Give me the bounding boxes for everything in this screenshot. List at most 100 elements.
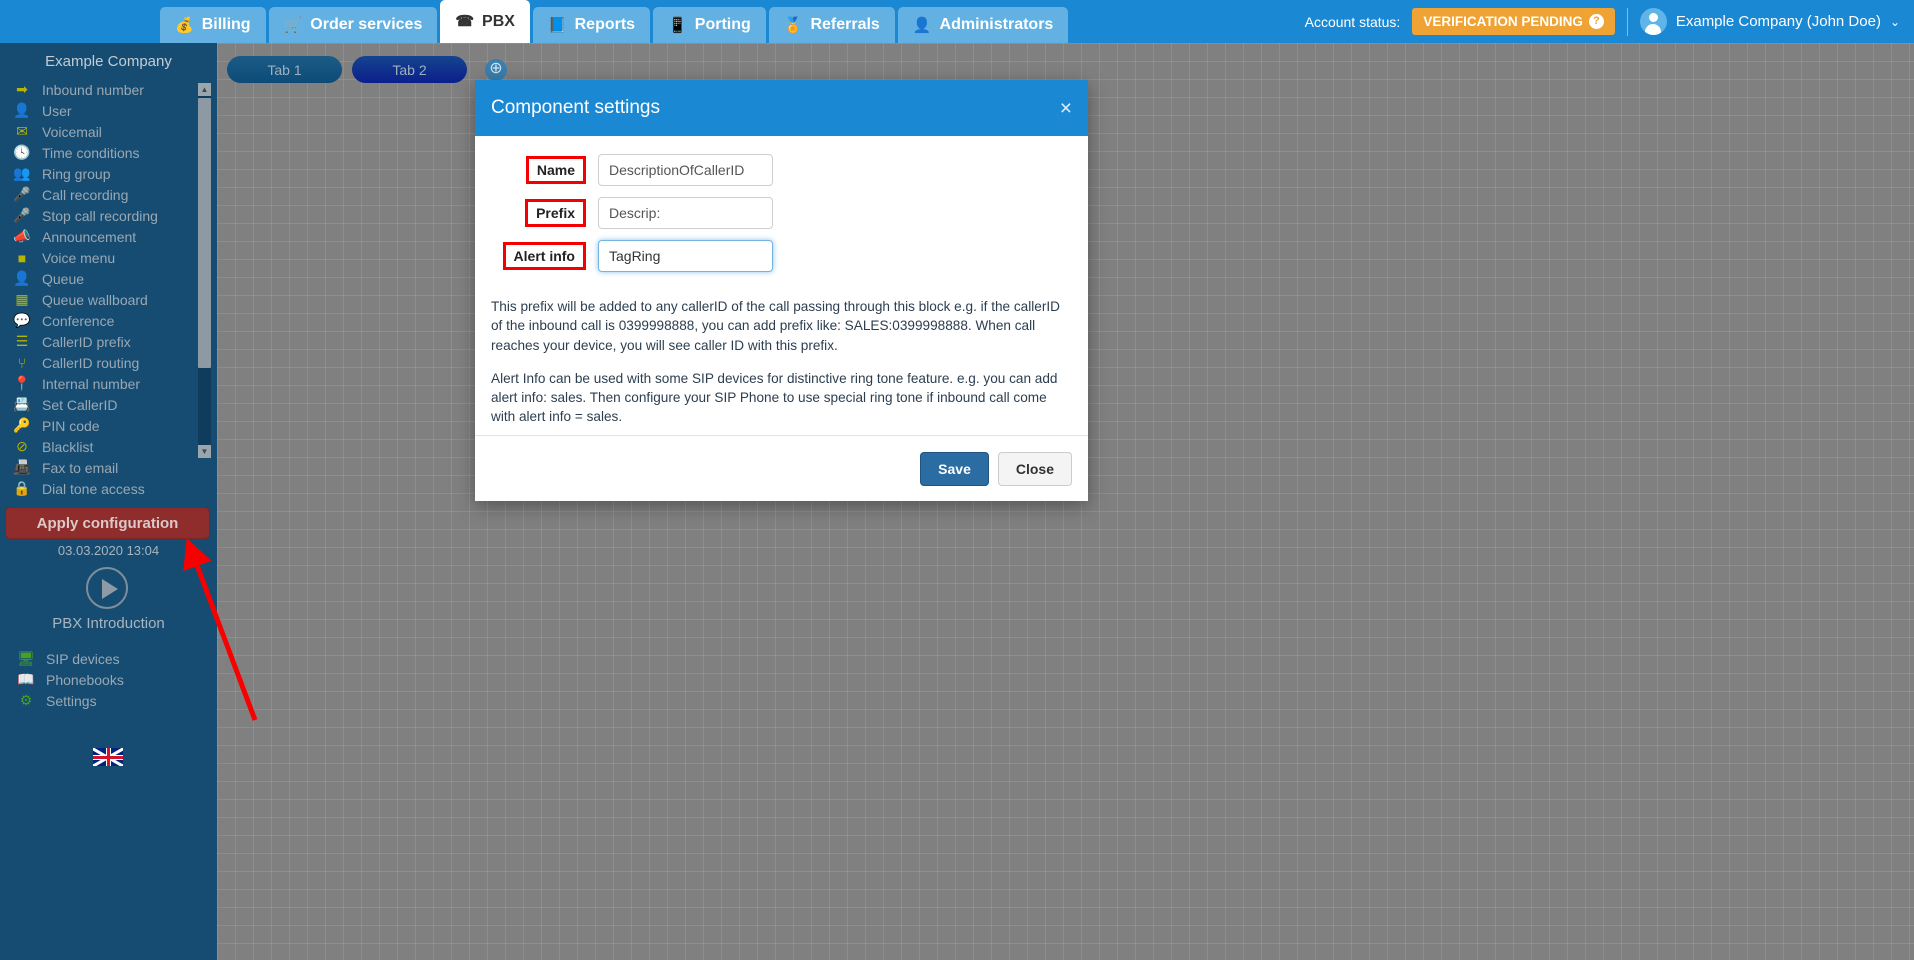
- coins-icon: 💰: [175, 16, 194, 34]
- top-nav-tab-referrals[interactable]: 🏅 Referrals: [768, 7, 895, 43]
- sidebar-item-label: Settings: [46, 692, 97, 709]
- sidebar-item-conference[interactable]: 💬 Conference: [8, 310, 217, 331]
- prefix-input[interactable]: [598, 197, 773, 229]
- sidebar-item-queue[interactable]: 👤 Queue: [8, 268, 217, 289]
- save-button[interactable]: Save: [920, 451, 989, 486]
- canvas-tab-1[interactable]: Tab 1: [227, 56, 342, 83]
- top-nav-tab-billing[interactable]: 💰 Billing: [160, 7, 266, 43]
- sidebar-item-label: CallerID routing: [42, 354, 140, 371]
- play-icon[interactable]: [86, 567, 128, 609]
- sidebar-item-callerid-prefix[interactable]: ☰ CallerID prefix: [8, 331, 217, 352]
- sidebar-item-blacklist[interactable]: ⊘ Blacklist: [8, 436, 217, 457]
- dialog-footer: Save Close: [475, 435, 1088, 501]
- canvas-tab-2[interactable]: Tab 2: [352, 56, 467, 83]
- top-nav-tab-list: 💰 Billing 🛒 Order services ☎ PBX 📘 Reports 📱 Port…: [160, 0, 1071, 43]
- sidebar-item-set-callerid[interactable]: 📇 Set CallerID: [8, 394, 217, 415]
- sidebar-item-label: Stop call recording: [42, 207, 158, 224]
- top-nav-tab-porting[interactable]: 📱 Porting: [653, 7, 766, 43]
- sidebar-item-voice-menu[interactable]: ■ Voice menu: [8, 247, 217, 268]
- pbx-icon: ☎: [455, 13, 475, 30]
- canvas-tab-strip: Tab 1 Tab 2 ⊕: [227, 56, 507, 83]
- microphone-slash-icon: 🎤: [13, 207, 31, 223]
- top-nav-tab-reports[interactable]: 📘 Reports: [532, 7, 651, 43]
- alert-info-input[interactable]: [598, 240, 773, 272]
- description-paragraph: This prefix will be added to any callerI…: [491, 299, 1060, 353]
- uk-flag-icon[interactable]: [93, 748, 123, 766]
- sidebar-item-inbound-number[interactable]: ➡ Inbound number: [8, 79, 217, 100]
- sidebar-item-time-conditions[interactable]: 🕓 Time conditions: [8, 142, 217, 163]
- user-account-menu[interactable]: Example Company (John Doe) ⌄: [1639, 8, 1900, 35]
- top-nav-tab-label: PBX: [482, 12, 515, 30]
- label-prefix: Prefix: [525, 198, 586, 228]
- help-question-icon[interactable]: ?: [1588, 14, 1604, 29]
- table-icon: ▦: [15, 291, 29, 307]
- sidebar-item-label: Set CallerID: [42, 396, 118, 413]
- sidebar-item-label: Voicemail: [42, 123, 102, 140]
- map-pin-icon: 📍: [13, 375, 31, 391]
- close-icon[interactable]: ×: [1060, 98, 1072, 119]
- apply-configuration-button[interactable]: Apply configuration: [5, 507, 210, 539]
- sidebar-item-callerid-routing[interactable]: ⑂ CallerID routing: [8, 352, 217, 373]
- sidebar-item-ring-group[interactable]: 👥 Ring group: [8, 163, 217, 184]
- account-status-label: Account status:: [1304, 13, 1401, 30]
- close-button[interactable]: Close: [997, 451, 1072, 486]
- scroll-up-icon[interactable]: ▲: [198, 83, 211, 96]
- lock-icon: 🔒: [13, 480, 31, 496]
- sidebar-scrollbar-thumb[interactable]: [198, 98, 211, 368]
- arrow-right-icon: ➡: [16, 81, 28, 97]
- sidebar-item-call-recording[interactable]: 🎤 Call recording: [8, 184, 217, 205]
- top-nav-tab-order-services[interactable]: 🛒 Order services: [268, 7, 438, 43]
- dialog-description: This prefix will be added to any callerI…: [475, 283, 1088, 427]
- name-input[interactable]: [598, 154, 773, 186]
- users-group-icon: 👥: [13, 165, 31, 181]
- sidebar-item-label: Announcement: [42, 228, 137, 245]
- microphone-icon: 🎤: [13, 186, 31, 202]
- sidebar-item-label: Fax to email: [42, 459, 119, 476]
- sidebar: Example Company ➡ Inbound number 👤 User ✉ Voi…: [0, 43, 217, 960]
- sidebar-item-voicemail[interactable]: ✉ Voicemail: [8, 121, 217, 142]
- form-row: Alert info: [491, 240, 1072, 272]
- ban-icon: ⊘: [16, 438, 28, 454]
- sidebar-item-label: Voice menu: [42, 249, 116, 266]
- sidebar-item-fax-to-email[interactable]: 📠 Fax to email: [8, 457, 217, 478]
- sidebar-item-stop-call-recording[interactable]: 🎤 Stop call recording: [8, 205, 217, 226]
- sidebar-item-dial-tone-access[interactable]: 🔒 Dial tone access: [8, 478, 217, 499]
- sidebar-item-queue-wallboard[interactable]: ▦ Queue wallboard: [8, 289, 217, 310]
- sitemap-icon: ⑂: [17, 354, 27, 371]
- sidebar-item-user[interactable]: 👤 User: [8, 100, 217, 121]
- clock-icon: 🕓: [13, 144, 31, 160]
- dialog-form: Name Prefix Alert info: [475, 136, 1088, 272]
- top-nav-tab-administrators[interactable]: 👤 Administrators: [897, 7, 1069, 43]
- label-name: Name: [525, 155, 586, 185]
- sidebar-item-announcement[interactable]: 📣 Announcement: [8, 226, 217, 247]
- gear-icon: ⚙: [19, 692, 33, 708]
- form-row: Name: [491, 154, 1072, 186]
- sidebar-item-label: Phonebooks: [46, 671, 124, 688]
- top-nav-tab-label: Administrators: [939, 16, 1054, 33]
- book-icon: 📖: [17, 671, 35, 687]
- top-nav-divider: [1626, 7, 1628, 36]
- list-icon: ☰: [15, 333, 29, 349]
- sidebar-item-label: Conference: [42, 312, 115, 329]
- sidebar-item-settings[interactable]: ⚙ Settings: [12, 690, 212, 711]
- verification-pending-badge[interactable]: VERIFICATION PENDING ?: [1412, 8, 1615, 35]
- label-alert-info: Alert info: [502, 241, 586, 271]
- form-label-highlight: Name: [491, 155, 598, 185]
- chevron-down-icon: ⌄: [1889, 14, 1900, 29]
- top-nav-tab-pbx[interactable]: ☎ PBX: [440, 0, 530, 43]
- dialog-title: Component settings: [491, 97, 660, 118]
- admins-icon: 👤: [912, 16, 932, 34]
- scroll-down-icon[interactable]: ▼: [198, 445, 211, 458]
- sidebar-item-pin-code[interactable]: 🔑 PIN code: [8, 415, 217, 436]
- top-nav-tab-label: Billing: [201, 16, 251, 33]
- top-nav-right-section: Account status: VERIFICATION PENDING ? E…: [1305, 0, 1914, 43]
- sidebar-item-sip-devices[interactable]: 🖥 SIP devices: [12, 648, 212, 669]
- envelope-icon: ✉: [16, 123, 28, 139]
- grid-icon: ■: [17, 249, 27, 266]
- fax-icon: 📠: [13, 459, 31, 475]
- add-tab-icon[interactable]: ⊕: [485, 58, 507, 81]
- sidebar-item-label: Queue: [42, 270, 85, 287]
- sidebar-item-phonebooks[interactable]: 📖 Phonebooks: [12, 669, 212, 690]
- top-nav-tab-label: Order services: [310, 16, 423, 33]
- sidebar-item-internal-number[interactable]: 📍 Internal number: [8, 373, 217, 394]
